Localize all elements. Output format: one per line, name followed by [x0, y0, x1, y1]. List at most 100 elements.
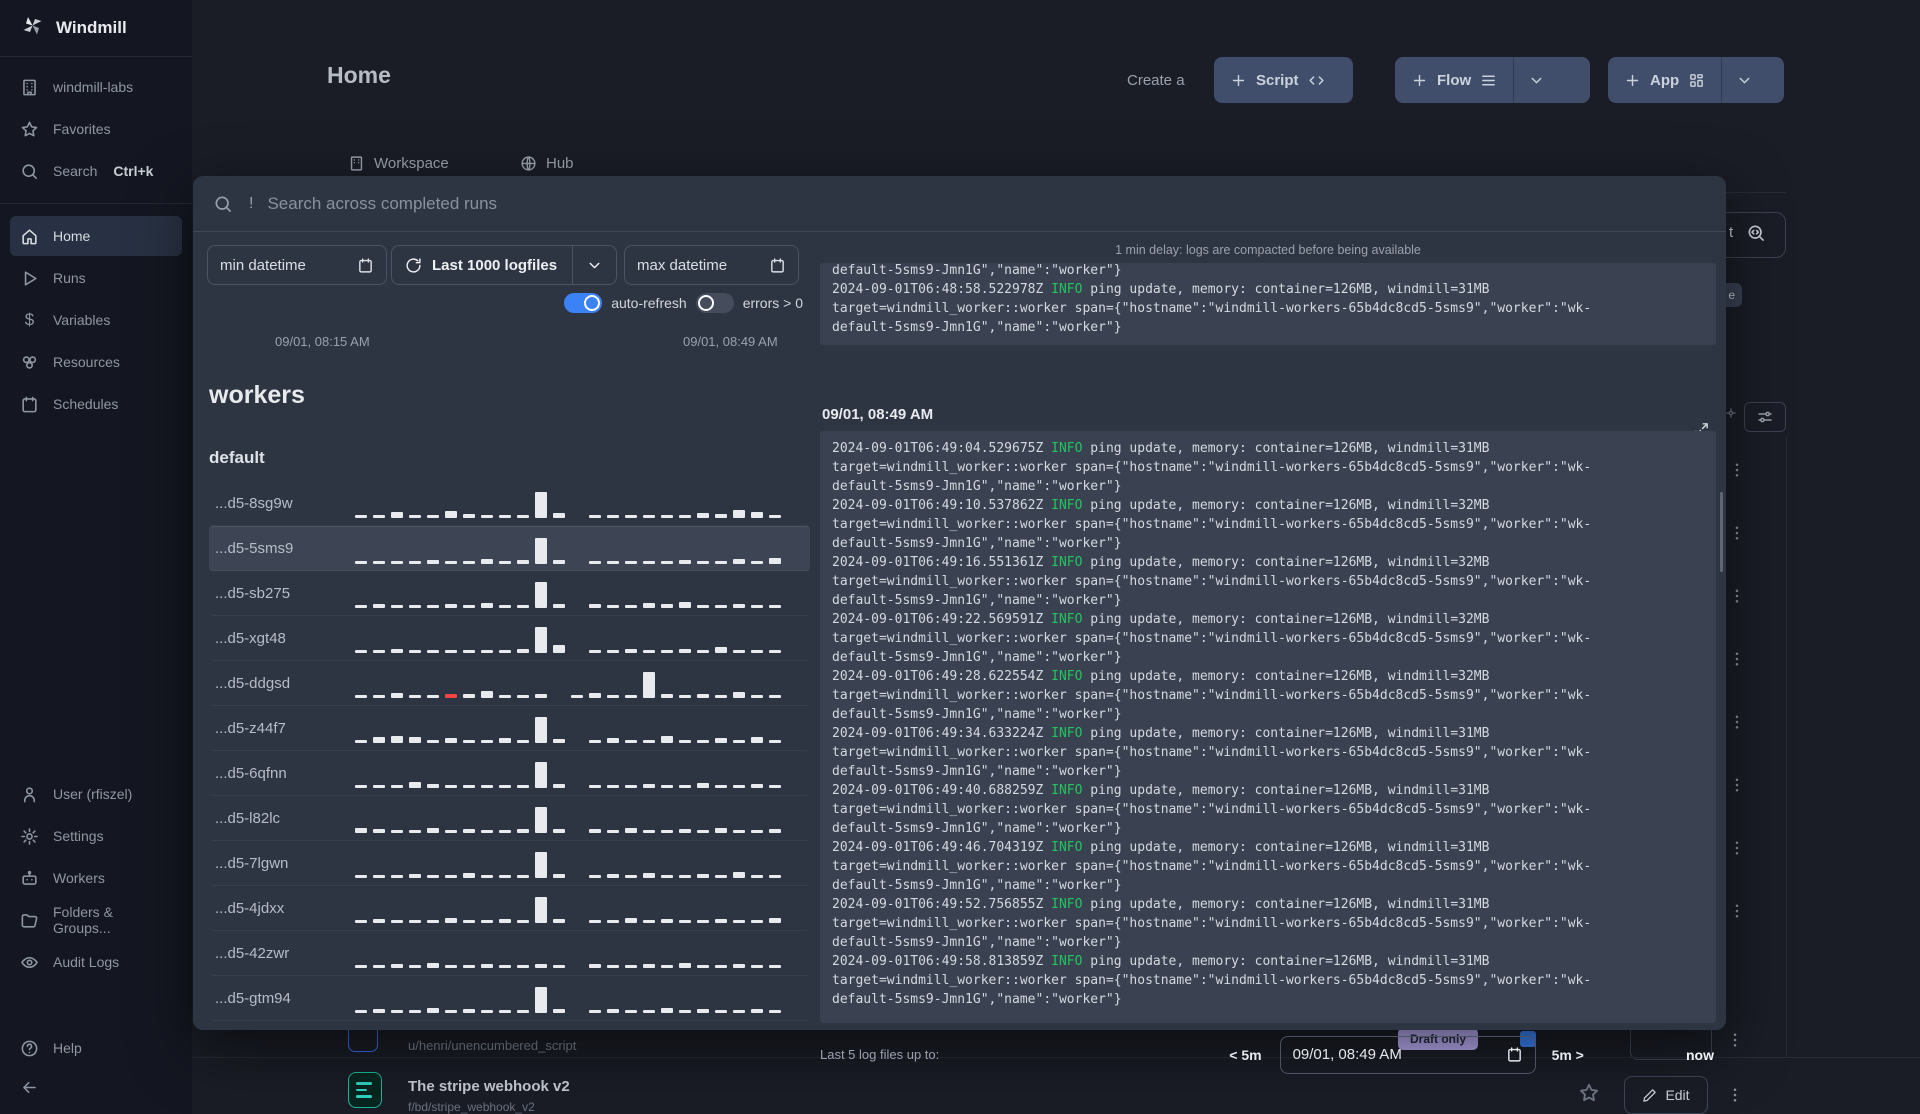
item-title[interactable]: The stripe webhook v2 — [408, 1078, 570, 1095]
sidebar-nav-section: Home Runs $ Variables Resources Schedule… — [0, 204, 192, 424]
create-app-button[interactable]: App — [1608, 57, 1721, 103]
item-path[interactable]: u/henri/unencumbered_script — [408, 1038, 576, 1053]
windmill-logo-icon — [20, 14, 44, 43]
sidebar-item-schedules[interactable]: Schedules — [10, 384, 182, 424]
max-datetime-input[interactable]: max datetime — [624, 245, 799, 285]
min-datetime-input[interactable]: min datetime — [207, 245, 387, 285]
worker-row[interactable]: ...d5-4jdxx — [209, 886, 810, 931]
back-5m-button[interactable]: < 5m — [1229, 1047, 1261, 1063]
chevron-down-icon[interactable] — [572, 246, 616, 284]
sidebar-item-workers[interactable]: Workers — [10, 858, 182, 898]
log-line: 2024-09-01T06:49:28.622554Z INFO ping up… — [832, 669, 1490, 684]
worker-row[interactable]: ...d5-z44f7 — [209, 706, 810, 751]
chevron-down-icon — [1736, 72, 1753, 89]
calendar-icon — [769, 257, 786, 274]
refresh-icon — [405, 257, 422, 274]
worker-activity-sparkline — [355, 668, 800, 698]
worker-row[interactable]: ...d5-5sms9 — [209, 526, 810, 571]
sidebar-item-home[interactable]: Home — [10, 216, 182, 256]
worker-name: ...d5-7lgwn — [215, 854, 289, 872]
sidebar-item-workspace[interactable]: windmill-labs — [10, 67, 182, 107]
kebab-menu-icon[interactable] — [1728, 524, 1746, 542]
app-dropdown-button[interactable] — [1721, 57, 1767, 103]
log-section-time: 09/01, 08:49 AM — [822, 406, 934, 423]
create-script-button[interactable]: Script — [1214, 57, 1353, 103]
collapse-sidebar-button[interactable] — [10, 1070, 182, 1104]
worker-row[interactable]: ...d5-ddgsd — [209, 661, 810, 706]
scrollbar-thumb[interactable] — [1720, 492, 1723, 572]
sidebar-item-help[interactable]: Help — [10, 1028, 182, 1068]
worker-row[interactable]: ...d5-gtm94 — [209, 976, 810, 1021]
code-search-icon[interactable] — [1746, 223, 1766, 243]
kebab-menu-icon[interactable] — [1726, 1031, 1744, 1049]
forward-5m-button[interactable]: 5m > — [1552, 1047, 1584, 1063]
sidebar-item-resources[interactable]: Resources — [10, 342, 182, 382]
worker-activity-sparkline — [355, 713, 800, 743]
worker-activity-sparkline — [355, 893, 800, 923]
boxes-icon — [20, 353, 39, 372]
log-line: target=windmill_worker::worker span={"ho… — [832, 916, 1592, 931]
sidebar-item-user[interactable]: User (rfiszel) — [10, 774, 182, 814]
kebab-menu-icon[interactable] — [1728, 461, 1746, 479]
kebab-menu-icon[interactable] — [1728, 839, 1746, 857]
worker-row[interactable]: ...d5-6qfnn — [209, 751, 810, 796]
tab-workspace[interactable]: Workspace — [348, 155, 449, 172]
runs-search-input[interactable] — [267, 193, 1168, 214]
sidebar-item-settings[interactable]: Settings — [10, 816, 182, 856]
sidebar-item-variables[interactable]: $ Variables — [10, 300, 182, 340]
worker-name: ...d5-gtm94 — [215, 989, 291, 1007]
sidebar-item-label: Runs — [53, 270, 86, 286]
worker-activity-sparkline — [355, 488, 800, 518]
worker-activity-sparkline — [355, 578, 800, 608]
create-flow-button[interactable]: Flow — [1395, 57, 1513, 103]
calendar-icon — [1506, 1046, 1523, 1063]
filter-settings-button[interactable] — [1744, 402, 1786, 432]
now-button[interactable]: now — [1686, 1047, 1714, 1063]
errors-toggle[interactable] — [695, 293, 734, 313]
worker-row[interactable]: ...d5-8sg9w — [209, 481, 810, 526]
search-icon — [20, 162, 39, 181]
log-line: target=windmill_worker::worker span={"ho… — [832, 859, 1592, 874]
worker-row[interactable]: ...d5-l82lc — [209, 796, 810, 841]
worker-activity-sparkline — [355, 758, 800, 788]
kebab-menu-icon[interactable] — [1728, 902, 1746, 920]
sidebar-item-audit-logs[interactable]: Audit Logs — [10, 942, 182, 982]
item-path[interactable]: f/bd/stripe_webhook_v2 — [408, 1100, 535, 1114]
tab-hub[interactable]: Hub — [520, 155, 574, 172]
worker-name: ...d5-42zwr — [215, 944, 290, 962]
log-line: default-5sms9-Jmn1G","name":"worker"} — [832, 479, 1122, 494]
kebab-menu-icon[interactable] — [1728, 587, 1746, 605]
search-icon — [193, 194, 233, 214]
log-line: 2024-09-01T06:49:04.529675Z INFO ping up… — [832, 441, 1490, 456]
kebab-menu-icon[interactable] — [1728, 776, 1746, 794]
worker-row[interactable]: ...d5-xgt48 — [209, 616, 810, 661]
sidebar-item-favorites[interactable]: Favorites — [10, 109, 182, 149]
log-line: target=windmill_worker::worker span={"ho… — [832, 745, 1592, 760]
worker-activity-sparkline — [355, 534, 800, 564]
worker-activity-sparkline — [355, 938, 800, 968]
log-line: target=windmill_worker::worker span={"ho… — [832, 517, 1592, 532]
sidebar-item-folders-groups[interactable]: Folders & Groups... — [10, 900, 182, 940]
worker-row[interactable]: ...d5-sb275 — [209, 571, 810, 616]
kebab-menu-icon[interactable] — [1728, 650, 1746, 668]
log-box-current[interactable]: 2024-09-01T06:49:04.529675Z INFO ping up… — [820, 431, 1716, 1023]
log-panel: 1 min delay: logs are compacted before b… — [820, 232, 1723, 1074]
flow-dropdown-button[interactable] — [1513, 57, 1559, 103]
sidebar-item-search[interactable]: Search Ctrl+k — [10, 151, 182, 191]
search-shortcut: Ctrl+k — [113, 163, 154, 179]
logfiles-range-select[interactable]: Last 1000 logfiles — [391, 245, 617, 285]
worker-name: ...d5-z44f7 — [215, 719, 286, 737]
log-box-previous[interactable]: default-5sms9-Jmn1G","name":"worker"} 20… — [820, 263, 1716, 345]
kebab-menu-icon[interactable] — [1726, 1086, 1744, 1104]
sidebar-item-runs[interactable]: Runs — [10, 258, 182, 298]
worker-row[interactable]: ...d5-7lgwn — [209, 841, 810, 886]
worker-row[interactable]: ...d5-42zwr — [209, 931, 810, 976]
footer-datetime-input[interactable]: 09/01, 08:49 AM — [1279, 1035, 1536, 1074]
sidebar-item-label: Variables — [53, 312, 111, 328]
create-a-label: Create a — [1127, 72, 1185, 89]
kebab-menu-icon[interactable] — [1728, 713, 1746, 731]
create-app-label: App — [1650, 71, 1680, 89]
building-icon — [20, 78, 39, 97]
auto-refresh-toggle[interactable] — [564, 293, 603, 313]
worker-name: ...d5-xgt48 — [215, 629, 286, 647]
